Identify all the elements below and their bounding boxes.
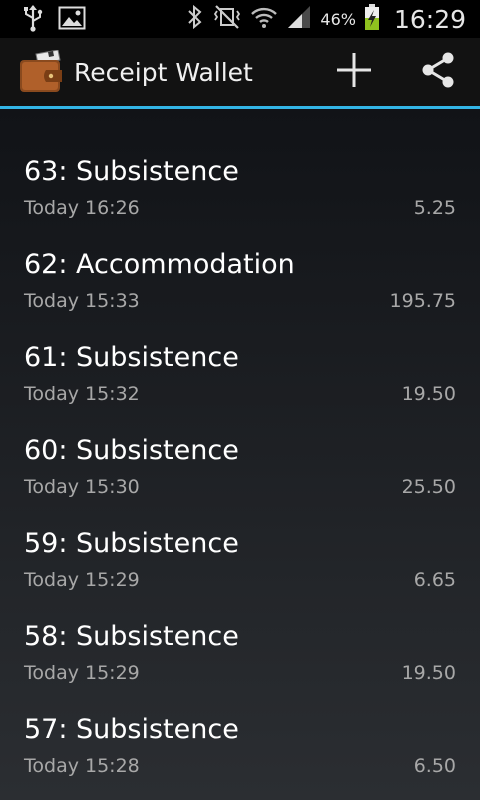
receipt-amount: 5.25 [413, 197, 456, 219]
receipt-time: Today 15:28 [24, 755, 140, 777]
receipt-title: 60: Subsistence [24, 435, 239, 466]
bluetooth-icon [186, 4, 204, 34]
signal-icon [286, 4, 312, 34]
receipt-time: Today 16:26 [24, 197, 140, 219]
status-bar: 46% 16:29 [0, 0, 480, 38]
receipt-title: 58: Subsistence [24, 621, 239, 652]
receipt-amount: 25.50 [401, 476, 456, 498]
receipt-row[interactable]: 59: Subsistence Today 15:29 6.65 [0, 500, 480, 593]
usb-icon [22, 4, 44, 36]
receipt-amount: 19.50 [401, 662, 456, 684]
wallet-icon[interactable] [18, 49, 64, 94]
receipt-list: 63: Subsistence Today 16:26 5.25 62: Acc… [0, 109, 480, 800]
receipt-time: Today 15:32 [24, 383, 140, 405]
share-button[interactable] [414, 48, 462, 96]
receipt-time: Today 15:30 [24, 476, 140, 498]
clock: 16:29 [393, 4, 466, 34]
app-title: Receipt Wallet [74, 58, 253, 87]
receipt-title: 62: Accommodation [24, 249, 295, 280]
receipt-row[interactable]: 63: Subsistence Today 16:26 5.25 [0, 128, 480, 221]
receipt-amount: 6.50 [413, 755, 456, 777]
add-receipt-button[interactable] [330, 48, 378, 96]
receipt-amount: 195.75 [389, 290, 456, 312]
battery-charging-icon [364, 3, 380, 35]
receipt-row[interactable]: 57: Subsistence Today 15:28 6.50 [0, 686, 480, 779]
receipt-amount: 19.50 [401, 383, 456, 405]
receipt-amount: 6.65 [413, 569, 456, 591]
receipt-row[interactable]: 58: Subsistence Today 15:29 19.50 [0, 593, 480, 686]
receipt-title: 61: Subsistence [24, 342, 239, 373]
receipt-title: 57: Subsistence [24, 714, 239, 745]
action-bar: Receipt Wallet [0, 38, 480, 109]
receipt-time: Today 15:29 [24, 662, 140, 684]
wifi-icon [250, 4, 278, 34]
share-icon [418, 50, 458, 94]
receipt-time: Today 15:29 [24, 569, 140, 591]
receipt-title: 59: Subsistence [24, 528, 239, 559]
receipt-title: 63: Subsistence [24, 156, 239, 187]
receipt-row[interactable]: 61: Subsistence Today 15:32 19.50 [0, 314, 480, 407]
receipt-time: Today 15:33 [24, 290, 140, 312]
vibrate-mute-icon [212, 4, 242, 34]
receipt-row[interactable]: 60: Subsistence Today 15:30 25.50 [0, 407, 480, 500]
battery-percent: 46% [320, 9, 356, 29]
image-icon [58, 5, 86, 35]
plus-icon [334, 50, 374, 94]
receipt-row[interactable]: 62: Accommodation Today 15:33 195.75 [0, 221, 480, 314]
